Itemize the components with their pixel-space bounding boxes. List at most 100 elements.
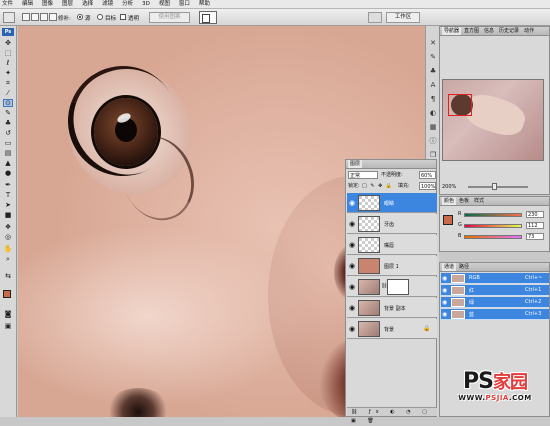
blur-tool-icon[interactable]: ▲ (3, 159, 13, 167)
3d-orbit-tool-icon[interactable]: ◎ (3, 233, 13, 241)
visibility-eye-icon[interactable]: ◉ (442, 299, 447, 306)
clone-stamp-tool-icon[interactable]: ♣ (3, 119, 13, 127)
menu-item[interactable]: 窗口 (179, 0, 190, 8)
r-slider[interactable] (464, 213, 522, 217)
layer-row[interactable]: ◉ 牙齿 (347, 214, 437, 234)
magic-wand-tool-icon[interactable]: ✦ (3, 69, 13, 77)
layer-row[interactable]: ◉ 图层 1 (347, 256, 437, 276)
crop-tool-icon[interactable]: ⌗ (3, 79, 13, 87)
panel-tab[interactable]: 颜色 (442, 197, 457, 205)
move-tool-icon[interactable]: ✥ (3, 39, 13, 47)
menu-item[interactable]: 图像 (42, 0, 53, 8)
bridge-icon[interactable] (368, 12, 382, 23)
layer-row[interactable]: ◉ 嘴唇 (347, 235, 437, 255)
intersect-selection-button[interactable] (49, 13, 57, 21)
layers-footer-buttons[interactable]: ⛓ ƒx ◐ ◔ ▢ ▣ 🗑 (347, 407, 437, 424)
menu-item[interactable]: 滤镜 (102, 0, 113, 8)
brush-presets-icon[interactable]: ✎ (428, 52, 438, 62)
clone-source-icon[interactable]: ♣ (428, 66, 438, 76)
color-foreground-swatch[interactable] (443, 215, 453, 225)
panel-tab[interactable]: 动作 (522, 27, 536, 35)
panel-tab[interactable]: 导航器 (442, 27, 462, 35)
dodge-tool-icon[interactable]: ● (3, 169, 13, 177)
panel-tab[interactable]: 样式 (472, 197, 486, 205)
menu-item[interactable]: 文件 (2, 0, 13, 8)
g-slider[interactable] (464, 224, 522, 228)
fill-input[interactable]: 100% (419, 182, 436, 190)
view-box[interactable] (448, 94, 472, 116)
menu-item[interactable]: 视图 (159, 0, 170, 8)
swap-colors-icon[interactable]: ⇆ (3, 272, 13, 280)
channel-row[interactable]: ◉ 红 Ctrl+1 (441, 285, 549, 296)
panel-tab[interactable]: 色板 (457, 197, 471, 205)
layer-visibility-eye-icon[interactable]: ◉ (349, 241, 355, 249)
hand-tool-icon[interactable]: ✋ (3, 245, 13, 253)
navigator-preview[interactable] (442, 79, 544, 161)
visibility-eye-icon[interactable]: ◉ (442, 311, 447, 318)
g-value[interactable]: 112 (526, 222, 544, 229)
lasso-tool-icon[interactable]: ℓ (3, 59, 13, 67)
channel-row[interactable]: ◉ 绿 Ctrl+2 (441, 297, 549, 308)
adjustments-icon[interactable]: ◐ (428, 108, 438, 118)
menu-item[interactable]: 选择 (82, 0, 93, 8)
use-pattern-button[interactable]: 使用图案 (149, 12, 190, 23)
menu-item[interactable]: 图层 (62, 0, 73, 8)
opacity-input[interactable]: 60% (419, 171, 436, 179)
pattern-picker[interactable] (199, 11, 217, 24)
layer-visibility-eye-icon[interactable]: ◉ (349, 283, 355, 291)
masks-icon[interactable]: ▦ (428, 122, 438, 132)
layer-row[interactable]: ◉ ⛓ (347, 277, 437, 297)
eraser-tool-icon[interactable]: ▭ (3, 139, 13, 147)
add-selection-button[interactable] (31, 13, 39, 21)
history-brush-tool-icon[interactable]: ↺ (3, 129, 13, 137)
shape-tool-icon[interactable]: ■ (3, 211, 13, 219)
layer-row[interactable]: ◉ 背景 🔒 (347, 319, 437, 339)
info-icon[interactable]: ⓘ (428, 136, 438, 146)
channel-row[interactable]: ◉ RGB Ctrl+~ (441, 273, 549, 284)
b-slider[interactable] (464, 235, 522, 239)
patch-tool-icon[interactable]: ⊙ (3, 99, 13, 107)
layer-row[interactable]: ◉ 眼睛 (347, 193, 437, 213)
visibility-eye-icon[interactable]: ◉ (442, 275, 447, 282)
target-radio[interactable] (97, 14, 103, 20)
zoom-slider-handle[interactable] (492, 183, 497, 190)
layer-visibility-eye-icon[interactable]: ◉ (349, 304, 355, 312)
character-icon[interactable]: A (428, 80, 438, 90)
paragraph-icon[interactable]: ¶ (428, 94, 438, 104)
panel-tab[interactable]: 历史记录 (497, 27, 521, 35)
pen-tool-icon[interactable]: ✒ (3, 181, 13, 189)
blend-mode-select[interactable]: 正常 (348, 171, 378, 179)
layer-visibility-eye-icon[interactable]: ◉ (349, 199, 355, 207)
panel-tab[interactable]: 直方图 (462, 27, 481, 35)
type-tool-icon[interactable]: T (3, 191, 13, 199)
lock-icons[interactable]: □ ✎ ✥ 🔒 (362, 182, 393, 190)
b-value[interactable]: 73 (526, 233, 544, 240)
layer-visibility-eye-icon[interactable]: ◉ (349, 325, 355, 333)
brush-tool-icon[interactable]: ✎ (3, 109, 13, 117)
menu-item[interactable]: 分析 (122, 0, 133, 8)
source-radio[interactable] (77, 14, 83, 20)
new-selection-button[interactable] (22, 13, 30, 21)
menu-item[interactable]: 编辑 (22, 0, 33, 8)
tool-preset-picker[interactable] (3, 12, 15, 23)
zoom-tool-icon[interactable]: ⌕ (3, 255, 13, 263)
gradient-tool-icon[interactable]: ▤ (3, 149, 13, 157)
zoom-value[interactable]: 200% (442, 184, 456, 190)
layer-row[interactable]: ◉ 背景 副本 (347, 298, 437, 318)
foreground-color-swatch[interactable] (3, 290, 11, 298)
panel-tab[interactable]: 图层 (348, 160, 363, 168)
tools-icon[interactable]: ✕ (428, 38, 438, 48)
workspace-button[interactable]: 工作区 (386, 12, 420, 23)
channel-row[interactable]: ◉ 蓝 Ctrl+3 (441, 309, 549, 320)
layer-mask-thumbnail[interactable] (387, 279, 409, 295)
panel-tab[interactable]: 信息 (482, 27, 496, 35)
transparent-checkbox[interactable] (120, 14, 126, 20)
layer-visibility-eye-icon[interactable]: ◉ (349, 220, 355, 228)
panel-tab[interactable]: 通道 (442, 263, 457, 271)
visibility-eye-icon[interactable]: ◉ (442, 287, 447, 294)
layer-visibility-eye-icon[interactable]: ◉ (349, 262, 355, 270)
subtract-selection-button[interactable] (40, 13, 48, 21)
menu-item[interactable]: 帮助 (199, 0, 210, 8)
quick-mask-icon[interactable]: ◙ (3, 310, 13, 318)
screen-mode-icon[interactable]: ▣ (3, 322, 13, 330)
